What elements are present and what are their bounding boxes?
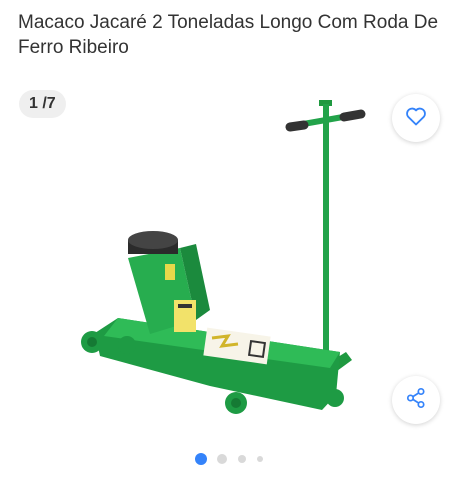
favorite-button[interactable] [392, 94, 440, 142]
image-counter: 1 /7 [19, 90, 66, 118]
share-button[interactable] [392, 376, 440, 424]
gallery-pagination [0, 450, 461, 470]
pagination-dot-active[interactable] [195, 453, 207, 465]
share-icon [404, 386, 428, 415]
pagination-dot[interactable] [238, 455, 246, 463]
product-image[interactable] [60, 95, 380, 425]
pagination-dot[interactable] [217, 454, 227, 464]
product-title: Macaco Jacaré 2 Toneladas Longo Com Roda… [18, 12, 439, 58]
heart-icon [404, 104, 428, 133]
pagination-dot[interactable] [257, 456, 263, 462]
